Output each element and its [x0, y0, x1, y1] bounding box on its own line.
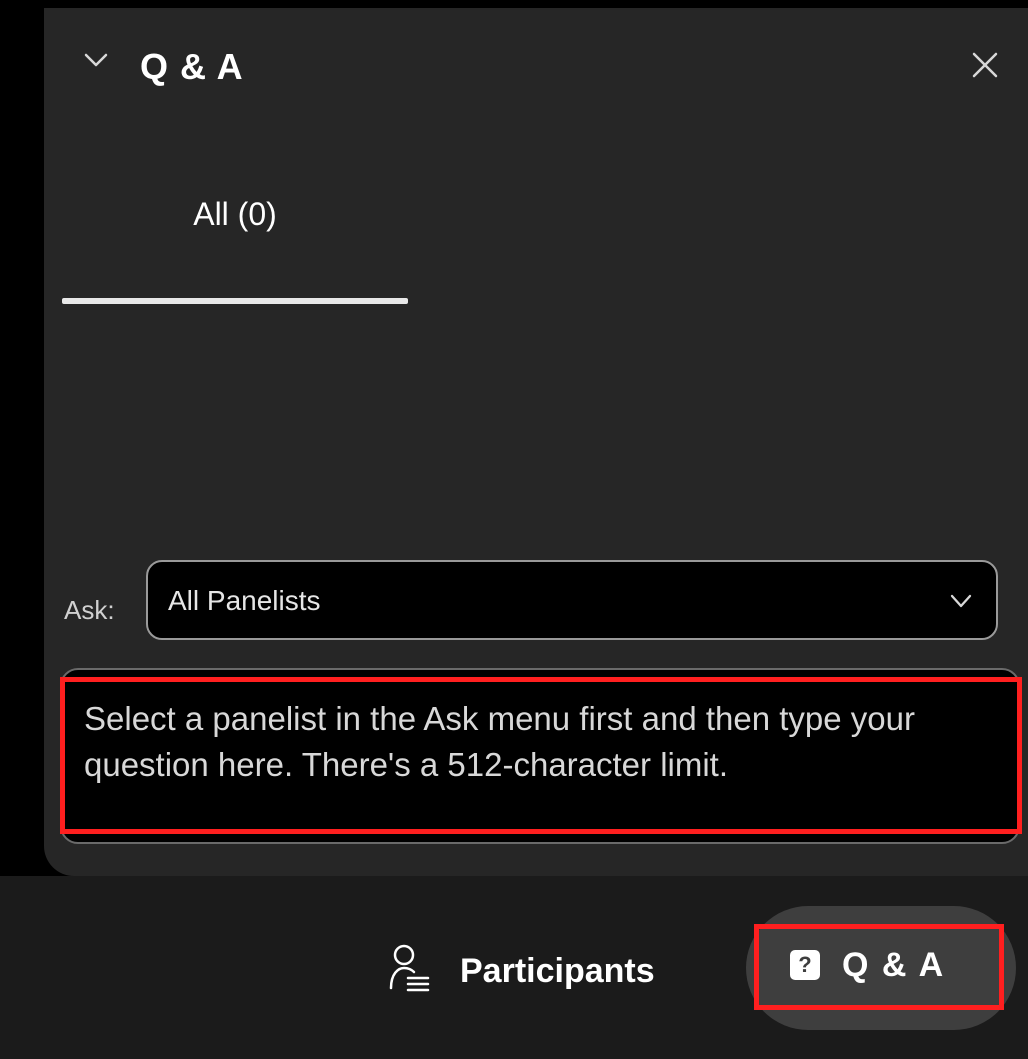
- tab-all[interactable]: All (0): [62, 178, 408, 304]
- bottom-toolbar: Participants ? Q & A: [0, 876, 1028, 1059]
- qa-panel: Q & A All (0) Ask: All Panelists: [44, 8, 1028, 876]
- ask-row: Ask: All Panelists: [44, 556, 1028, 648]
- question-icon: ?: [790, 950, 820, 980]
- close-icon[interactable]: [970, 50, 1000, 80]
- qa-button-label: Q & A: [842, 946, 946, 984]
- ask-recipient-dropdown[interactable]: All Panelists: [146, 560, 998, 640]
- left-edge: [0, 0, 44, 880]
- panel-header: Q & A: [44, 8, 1028, 128]
- webinar-window: Q & A All (0) Ask: All Panelists Select …: [0, 0, 1028, 1059]
- chevron-down-icon: [950, 594, 972, 608]
- participants-icon: [389, 944, 430, 992]
- qa-button[interactable]: ? Q & A: [746, 906, 1016, 1030]
- question-input-container: [60, 668, 1020, 844]
- chevron-down-icon[interactable]: [82, 46, 110, 74]
- participants-button[interactable]: Participants: [384, 936, 694, 1006]
- question-input[interactable]: [84, 696, 996, 822]
- ask-selected-value: All Panelists: [168, 585, 321, 616]
- panel-title: Q & A: [140, 46, 244, 87]
- tab-all-label: All (0): [193, 196, 277, 232]
- ask-label: Ask:: [64, 595, 115, 625]
- tab-bar: All (0): [44, 128, 1028, 304]
- active-tab-indicator: [62, 298, 408, 304]
- participants-label: Participants: [460, 952, 655, 990]
